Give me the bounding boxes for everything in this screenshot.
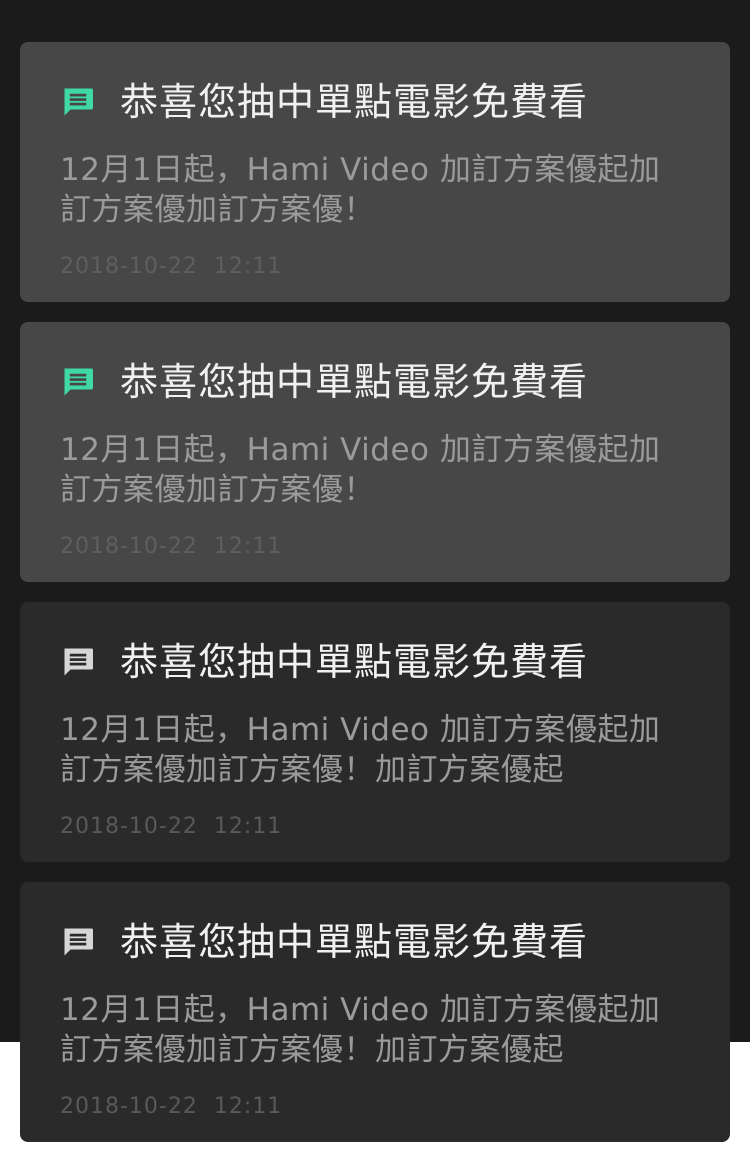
message-icon [64, 88, 93, 116]
message-icon [64, 368, 93, 396]
notification-title: 恭喜您抽中單點電影免費看 [120, 360, 589, 404]
notification-title-row: 恭喜您抽中單點電影免費看 [60, 360, 690, 404]
notification-body: 12月1日起，Hami Video 加訂方案優起加訂方案優加訂方案優！ [60, 432, 661, 508]
notification-body: 12月1日起，Hami Video 加訂方案優起加訂方案優加訂方案優！加訂方案優… [60, 712, 661, 788]
message-icon [64, 648, 93, 676]
notification-title: 恭喜您抽中單點電影免費看 [120, 920, 589, 964]
notification-timestamp: 2018-10-22 12:11 [60, 534, 283, 559]
notification-card[interactable]: 恭喜您抽中單點電影免費看 12月1日起，Hami Video 加訂方案優起加訂方… [20, 42, 730, 302]
notification-card[interactable]: 恭喜您抽中單點電影免費看 12月1日起，Hami Video 加訂方案優起加訂方… [20, 602, 730, 862]
notification-timestamp: 2018-10-22 12:11 [60, 254, 283, 279]
notification-title-row: 恭喜您抽中單點電影免費看 [60, 920, 690, 964]
notification-title: 恭喜您抽中單點電影免費看 [120, 640, 589, 684]
notification-body: 12月1日起，Hami Video 加訂方案優起加訂方案優加訂方案優！ [60, 152, 661, 228]
notification-timestamp: 2018-10-22 12:11 [60, 1094, 283, 1119]
notification-body: 12月1日起，Hami Video 加訂方案優起加訂方案優加訂方案優！加訂方案優… [60, 992, 661, 1068]
message-icon [64, 928, 93, 956]
notification-card[interactable]: 恭喜您抽中單點電影免費看 12月1日起，Hami Video 加訂方案優起加訂方… [20, 322, 730, 582]
notification-list: 恭喜您抽中單點電影免費看 12月1日起，Hami Video 加訂方案優起加訂方… [20, 42, 730, 1162]
notification-card[interactable]: 恭喜您抽中單點電影免費看 12月1日起，Hami Video 加訂方案優起加訂方… [20, 882, 730, 1142]
notification-timestamp: 2018-10-22 12:11 [60, 814, 283, 839]
notification-title-row: 恭喜您抽中單點電影免費看 [60, 640, 690, 684]
notification-title-row: 恭喜您抽中單點電影免費看 [60, 80, 690, 124]
notification-screen: 恭喜您抽中單點電影免費看 12月1日起，Hami Video 加訂方案優起加訂方… [0, 0, 750, 1142]
notification-title: 恭喜您抽中單點電影免費看 [120, 80, 589, 124]
